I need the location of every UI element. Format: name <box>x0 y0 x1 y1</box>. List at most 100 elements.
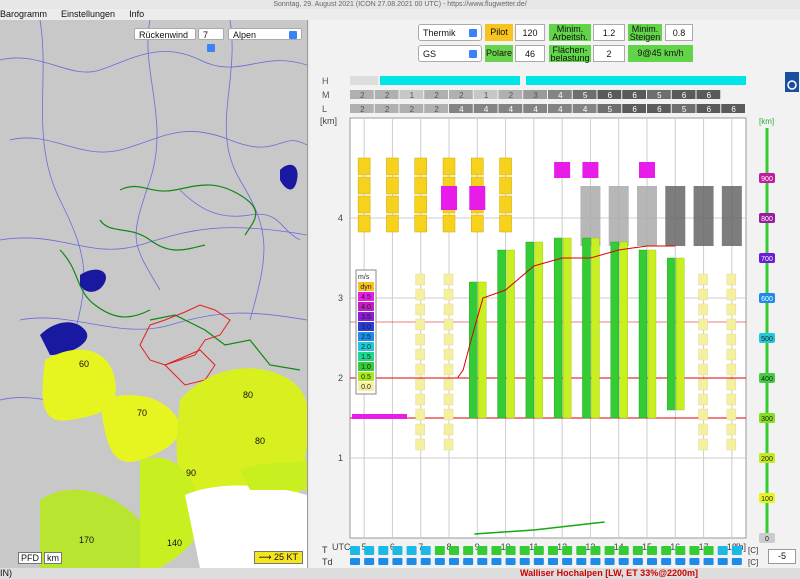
cloud-L-value: 2 <box>434 105 439 114</box>
strong-climb-block <box>639 162 655 178</box>
weak-cell <box>698 393 708 406</box>
region-value: Alpen <box>233 30 257 40</box>
dyn-cell <box>442 157 456 176</box>
Td-cell <box>434 558 445 565</box>
T-cell <box>392 546 403 555</box>
strong-climb-block <box>554 162 571 178</box>
cloud-M-value: 2 <box>385 91 390 100</box>
map-label-170: 170 <box>79 535 95 545</box>
weak-cell <box>415 303 425 316</box>
cloud-L-value: 6 <box>731 105 736 114</box>
climb-legend-label: 2.0 <box>361 344 371 351</box>
cumulus-block <box>665 186 686 246</box>
weak-cell <box>698 333 708 346</box>
T-cell <box>604 546 615 555</box>
km-label[interactable]: km <box>44 552 62 564</box>
y-left-unit: [km] <box>320 116 337 126</box>
wind-value-select[interactable]: 7 <box>198 28 224 52</box>
Td-cell <box>632 558 643 565</box>
climb-legend-label: 1.0 <box>361 364 371 371</box>
weak-cell <box>443 378 454 391</box>
Td-cell <box>364 558 375 565</box>
wind-direction-label[interactable]: Rückenwind <box>134 28 196 40</box>
cloud-L-value: 4 <box>533 105 538 114</box>
pfd-label[interactable]: PFD <box>18 552 42 564</box>
cumulus-block <box>721 186 742 246</box>
weak-cell <box>698 438 708 451</box>
weak-cell <box>443 423 454 436</box>
Td-cell <box>392 558 403 565</box>
cloud-M-value: 4 <box>558 91 563 100</box>
T-cell <box>731 546 742 555</box>
Td-cell <box>548 558 558 565</box>
T-cell <box>378 546 389 555</box>
weak-cell <box>443 348 454 361</box>
T-cell <box>717 546 728 555</box>
weak-cell <box>443 438 454 451</box>
cloud-h-cyan-2 <box>526 76 746 85</box>
climb-bar-weak <box>591 237 600 419</box>
cloud-row-label-H: H <box>322 76 329 86</box>
map-label-80b: 80 <box>255 436 266 446</box>
weak-cell <box>415 438 425 451</box>
cloud-M-value: 6 <box>608 91 613 100</box>
T-cell <box>562 546 573 555</box>
climb-legend-label: 0.0 <box>361 384 371 391</box>
climb-bar-weak <box>676 257 685 411</box>
cumulus-block <box>637 186 657 246</box>
dyn-cell <box>386 214 399 233</box>
Td-cell <box>463 558 474 565</box>
map-label-90: 90 <box>186 468 197 478</box>
weak-cell <box>443 288 454 301</box>
cloud-L-value: 5 <box>682 105 687 114</box>
weak-cell <box>443 333 454 346</box>
climb-bar-weak <box>619 241 628 419</box>
y-right-tick-label: 800 <box>761 216 773 223</box>
climb-bar <box>582 237 591 419</box>
cloud-M-value: 2 <box>360 91 365 100</box>
T-cell <box>477 546 488 555</box>
weak-cell <box>415 318 425 331</box>
cloud-M-value: 1 <box>484 91 489 100</box>
Td-cell <box>491 558 502 565</box>
dyn-cell <box>357 195 371 214</box>
Td-cell <box>675 558 686 565</box>
T-cell <box>449 546 459 555</box>
weak-cell <box>698 423 708 436</box>
menu-einstellungen[interactable]: Einstellungen <box>61 9 115 20</box>
cloud-M-value: 5 <box>583 91 588 100</box>
cloud-M-value: 2 <box>509 91 514 100</box>
dyn-cell <box>386 176 399 195</box>
climb-legend-label: 3.5 <box>361 314 371 321</box>
y-right-tick-label: 100 <box>761 496 773 503</box>
weak-cell <box>443 363 454 376</box>
climb-bar <box>497 249 506 419</box>
cloud-M-value: 3 <box>533 91 538 100</box>
weak-cell <box>443 318 454 331</box>
pfd-toggle[interactable]: PFD km <box>18 552 64 564</box>
cloud-row-label-L: L <box>322 104 327 114</box>
weak-cell <box>415 333 425 346</box>
weak-cell <box>726 333 737 346</box>
weak-cell <box>726 348 737 361</box>
menu-info[interactable]: Info <box>129 9 144 20</box>
y-right-unit: [km] <box>759 117 774 126</box>
Td-cell <box>703 558 714 565</box>
cloud-L-value: 4 <box>459 105 464 114</box>
weak-cell <box>443 273 454 286</box>
menu-barogramm[interactable]: Barogramm <box>0 9 47 20</box>
cloud-row-label-M: M <box>322 90 330 100</box>
strong-climb-block <box>582 162 599 178</box>
weak-cell <box>726 363 737 376</box>
wind-arrow-icon: ⟿ <box>258 552 274 562</box>
climb-bar <box>610 241 619 419</box>
map-label-60: 60 <box>79 359 90 369</box>
region-select[interactable]: Alpen <box>228 28 302 40</box>
td-offset-input[interactable]: -5 <box>768 549 796 564</box>
cumulus-block <box>608 186 629 246</box>
region-map[interactable]: Rückenwind 7 Alpen 60 70 80 80 90 140 17… <box>0 20 308 568</box>
map-label-70: 70 <box>137 408 148 418</box>
strong-climb-block <box>441 186 457 210</box>
Td-cell <box>449 558 459 565</box>
y-right-tick-label: 500 <box>761 336 773 343</box>
